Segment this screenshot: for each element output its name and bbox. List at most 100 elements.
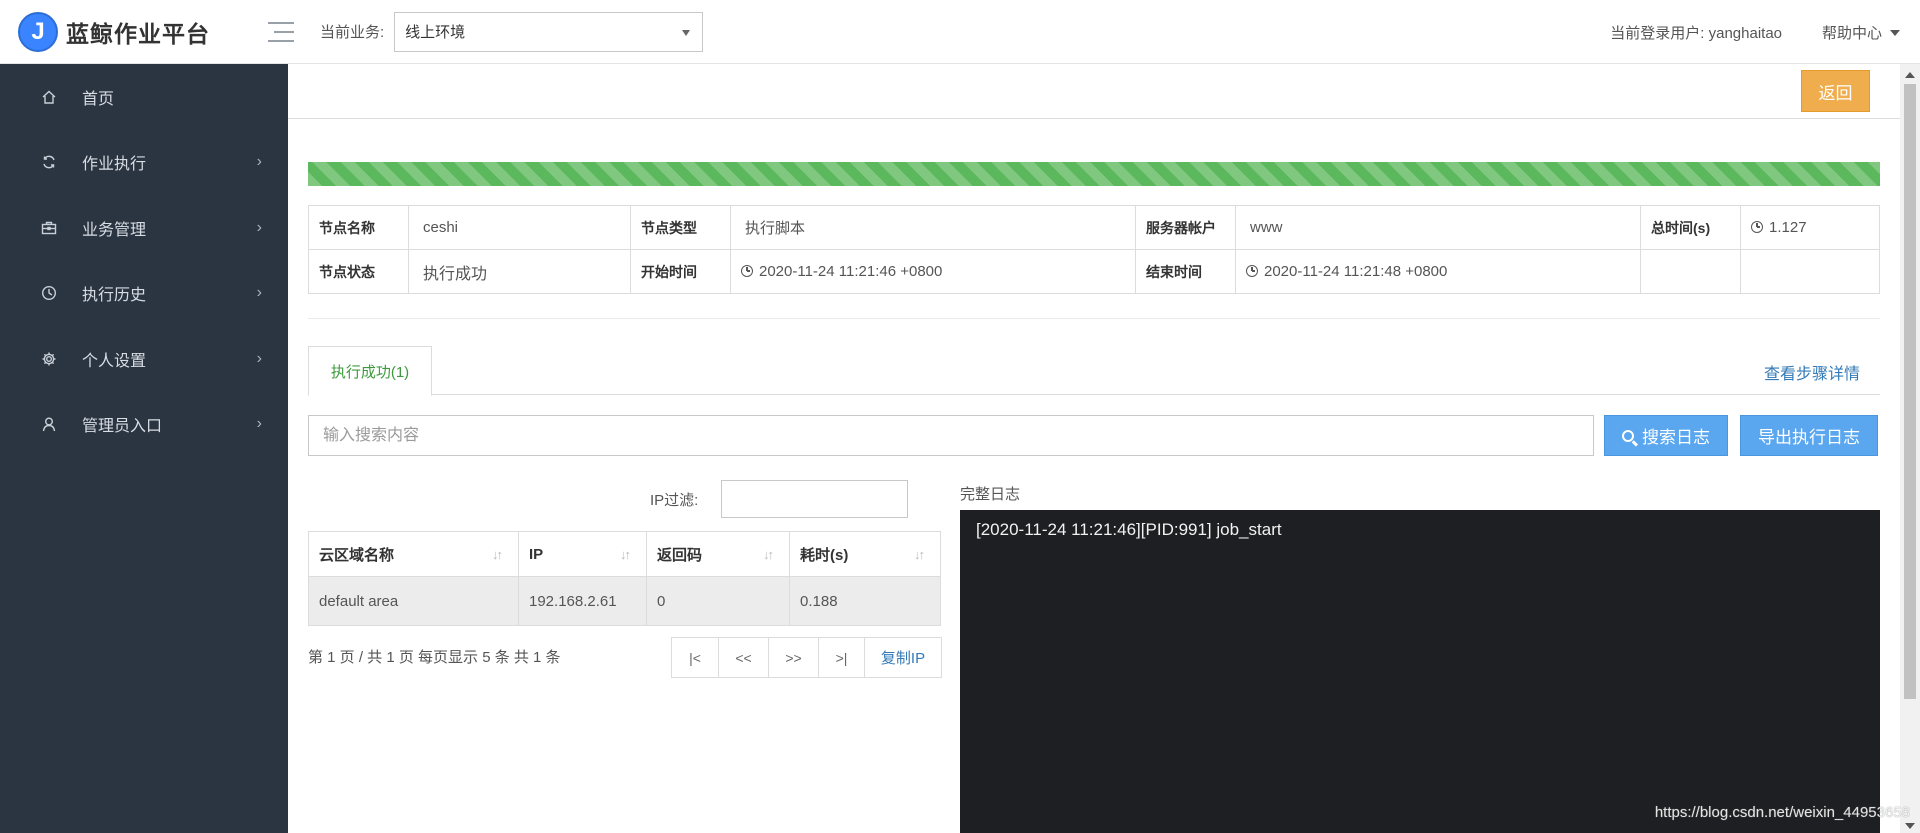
first-page-button[interactable]: |< bbox=[672, 638, 719, 677]
search-log-label: 搜索日志 bbox=[1642, 428, 1710, 447]
scroll-down-icon[interactable] bbox=[1905, 823, 1915, 829]
briefcase-icon bbox=[40, 219, 58, 237]
sidebar-item-business-management[interactable]: 业务管理 › bbox=[0, 195, 288, 261]
server-account-value: www bbox=[1235, 205, 1641, 250]
sort-icon[interactable]: ↓↑ bbox=[763, 547, 779, 563]
sidebar-item-personal-settings[interactable]: 个人设置 › bbox=[0, 326, 288, 392]
node-type-value: 执行脚本 bbox=[730, 205, 1136, 250]
server-account-label: 服务器帐户 bbox=[1135, 205, 1236, 250]
sidebar-item-label: 执行历史 bbox=[82, 287, 147, 305]
sidebar: 首页 作业执行 › 业务管理 › 执行历史 › 个人设置 › 管理员入口 › bbox=[0, 64, 288, 833]
sort-icon[interactable]: ↓↑ bbox=[492, 547, 508, 563]
log-search-input[interactable] bbox=[308, 415, 1594, 456]
chevron-right-icon: › bbox=[256, 349, 262, 367]
table-row[interactable]: default area 192.168.2.61 0 0.188 bbox=[308, 576, 941, 626]
chevron-right-icon: › bbox=[256, 218, 262, 236]
back-button[interactable]: 返回 bbox=[1801, 70, 1870, 112]
view-step-detail-link[interactable]: 查看步骤详情 bbox=[1764, 360, 1860, 384]
column-header[interactable]: 云区域名称 ↓↑ bbox=[308, 531, 519, 577]
execution-progress-bar bbox=[308, 162, 1880, 186]
refresh-icon bbox=[40, 153, 58, 171]
node-status-value: 执行成功 bbox=[408, 249, 631, 294]
ip-filter-label: IP过滤: bbox=[650, 492, 699, 509]
duration-cell: 0.188 bbox=[789, 576, 941, 626]
sidebar-item-history[interactable]: 执行历史 › bbox=[0, 261, 288, 327]
node-status-label: 节点状态 bbox=[308, 249, 409, 294]
sidebar-item-job-execution[interactable]: 作业执行 › bbox=[0, 130, 288, 196]
node-type-label: 节点类型 bbox=[630, 205, 731, 250]
current-user: 当前登录用户: yanghaitao bbox=[1610, 25, 1782, 42]
ip-cell: 192.168.2.61 bbox=[518, 576, 647, 626]
sidebar-item-label: 个人设置 bbox=[82, 352, 147, 370]
return-code-cell: 0 bbox=[646, 576, 790, 626]
result-tabs: 执行成功(1) 查看步骤详情 bbox=[308, 346, 1880, 396]
prev-page-button[interactable]: << bbox=[719, 638, 769, 677]
next-page-button[interactable]: >> bbox=[769, 638, 819, 677]
total-time-cell: 1.127 bbox=[1740, 205, 1880, 250]
scroll-up-icon[interactable] bbox=[1905, 72, 1915, 78]
cloud-area-cell: default area bbox=[308, 576, 519, 626]
help-center-label: 帮助中心 bbox=[1821, 25, 1882, 42]
column-header[interactable]: 耗时(s) ↓↑ bbox=[789, 531, 941, 577]
clock-icon bbox=[1246, 265, 1258, 277]
total-time-value: 1.127 bbox=[1769, 219, 1807, 236]
node-info-table: 节点名称 ceshi 节点类型 执行脚本 服务器帐户 www 总时间(s) 1.… bbox=[308, 205, 1880, 294]
table-header-row: 云区域名称 ↓↑ IP ↓↑ 返回码 ↓↑ 耗时(s) ↓↑ bbox=[308, 531, 941, 577]
clock-icon bbox=[1751, 221, 1763, 233]
menu-toggle-icon[interactable] bbox=[268, 21, 294, 42]
end-time-value: 2020-11-24 11:21:48 +0800 bbox=[1264, 263, 1448, 280]
copy-ip-button[interactable]: 复制IP bbox=[865, 638, 941, 677]
sidebar-item-home[interactable]: 首页 bbox=[0, 64, 288, 130]
business-select-value: 线上环境 bbox=[405, 24, 466, 41]
sidebar-item-label: 业务管理 bbox=[82, 221, 147, 239]
help-center-menu[interactable]: 帮助中心 bbox=[1822, 22, 1900, 43]
ip-filter-input[interactable] bbox=[721, 480, 908, 518]
empty-cell bbox=[1740, 249, 1880, 294]
end-time-label: 结束时间 bbox=[1135, 249, 1236, 294]
sidebar-item-label: 首页 bbox=[82, 90, 115, 108]
sidebar-item-label: 作业执行 bbox=[82, 156, 147, 174]
home-icon bbox=[40, 88, 58, 106]
divider bbox=[308, 318, 1880, 319]
search-log-button[interactable]: 搜索日志 bbox=[1604, 415, 1728, 456]
start-time-cell: 2020-11-24 11:21:46 +0800 bbox=[730, 249, 1136, 294]
last-page-button[interactable]: >| bbox=[819, 638, 865, 677]
full-log-label: 完整日志 bbox=[960, 486, 1021, 503]
pager-summary: 第 1 页 / 共 1 页 每页显示 5 条 共 1 条 bbox=[308, 649, 561, 666]
tab-success[interactable]: 执行成功(1) bbox=[308, 346, 432, 396]
business-select[interactable]: 线上环境 bbox=[394, 11, 704, 52]
chevron-right-icon: › bbox=[256, 153, 262, 171]
start-time-value: 2020-11-24 11:21:46 +0800 bbox=[759, 263, 943, 280]
column-header[interactable]: 返回码 ↓↑ bbox=[646, 531, 790, 577]
page-scrollbar[interactable] bbox=[1900, 64, 1920, 833]
end-time-cell: 2020-11-24 11:21:48 +0800 bbox=[1235, 249, 1641, 294]
app-title: 蓝鲸作业平台 bbox=[66, 20, 210, 47]
chevron-down-icon bbox=[1890, 29, 1900, 36]
sidebar-item-admin[interactable]: 管理员入口 › bbox=[0, 392, 288, 458]
scrollbar-thumb[interactable] bbox=[1904, 84, 1916, 699]
main-toolbar: 返回 bbox=[288, 64, 1900, 119]
node-name-label: 节点名称 bbox=[308, 205, 409, 250]
sort-icon[interactable]: ↓↑ bbox=[914, 547, 930, 563]
main-content: 返回 节点名称 ceshi 节点类型 执行脚本 服务器帐户 www 总时间(s)… bbox=[288, 64, 1900, 833]
gear-icon bbox=[40, 350, 58, 368]
business-label: 当前业务: bbox=[320, 24, 385, 41]
clock-icon bbox=[40, 284, 58, 302]
export-log-button[interactable]: 导出执行日志 bbox=[1740, 415, 1878, 456]
column-header[interactable]: IP ↓↑ bbox=[518, 531, 647, 577]
app-logo[interactable]: J 蓝鲸作业平台 bbox=[18, 11, 210, 52]
clock-icon bbox=[741, 265, 753, 277]
sort-icon[interactable]: ↓↑ bbox=[620, 547, 636, 563]
chevron-right-icon: › bbox=[256, 415, 262, 433]
chevron-down-icon bbox=[682, 29, 691, 36]
start-time-label: 开始时间 bbox=[630, 249, 731, 294]
chevron-right-icon: › bbox=[256, 284, 262, 302]
log-console[interactable]: [2020-11-24 11:21:46][PID:991] job_start bbox=[960, 510, 1880, 833]
pagination: |< << >> >| 复制IP bbox=[671, 637, 942, 678]
sidebar-item-label: 管理员入口 bbox=[82, 418, 163, 436]
empty-cell bbox=[1640, 249, 1741, 294]
logo-icon: J bbox=[18, 11, 58, 52]
total-time-label: 总时间(s) bbox=[1640, 205, 1741, 250]
node-name-value: ceshi bbox=[408, 205, 631, 250]
log-line: [2020-11-24 11:21:46][PID:991] job_start bbox=[976, 520, 1282, 539]
